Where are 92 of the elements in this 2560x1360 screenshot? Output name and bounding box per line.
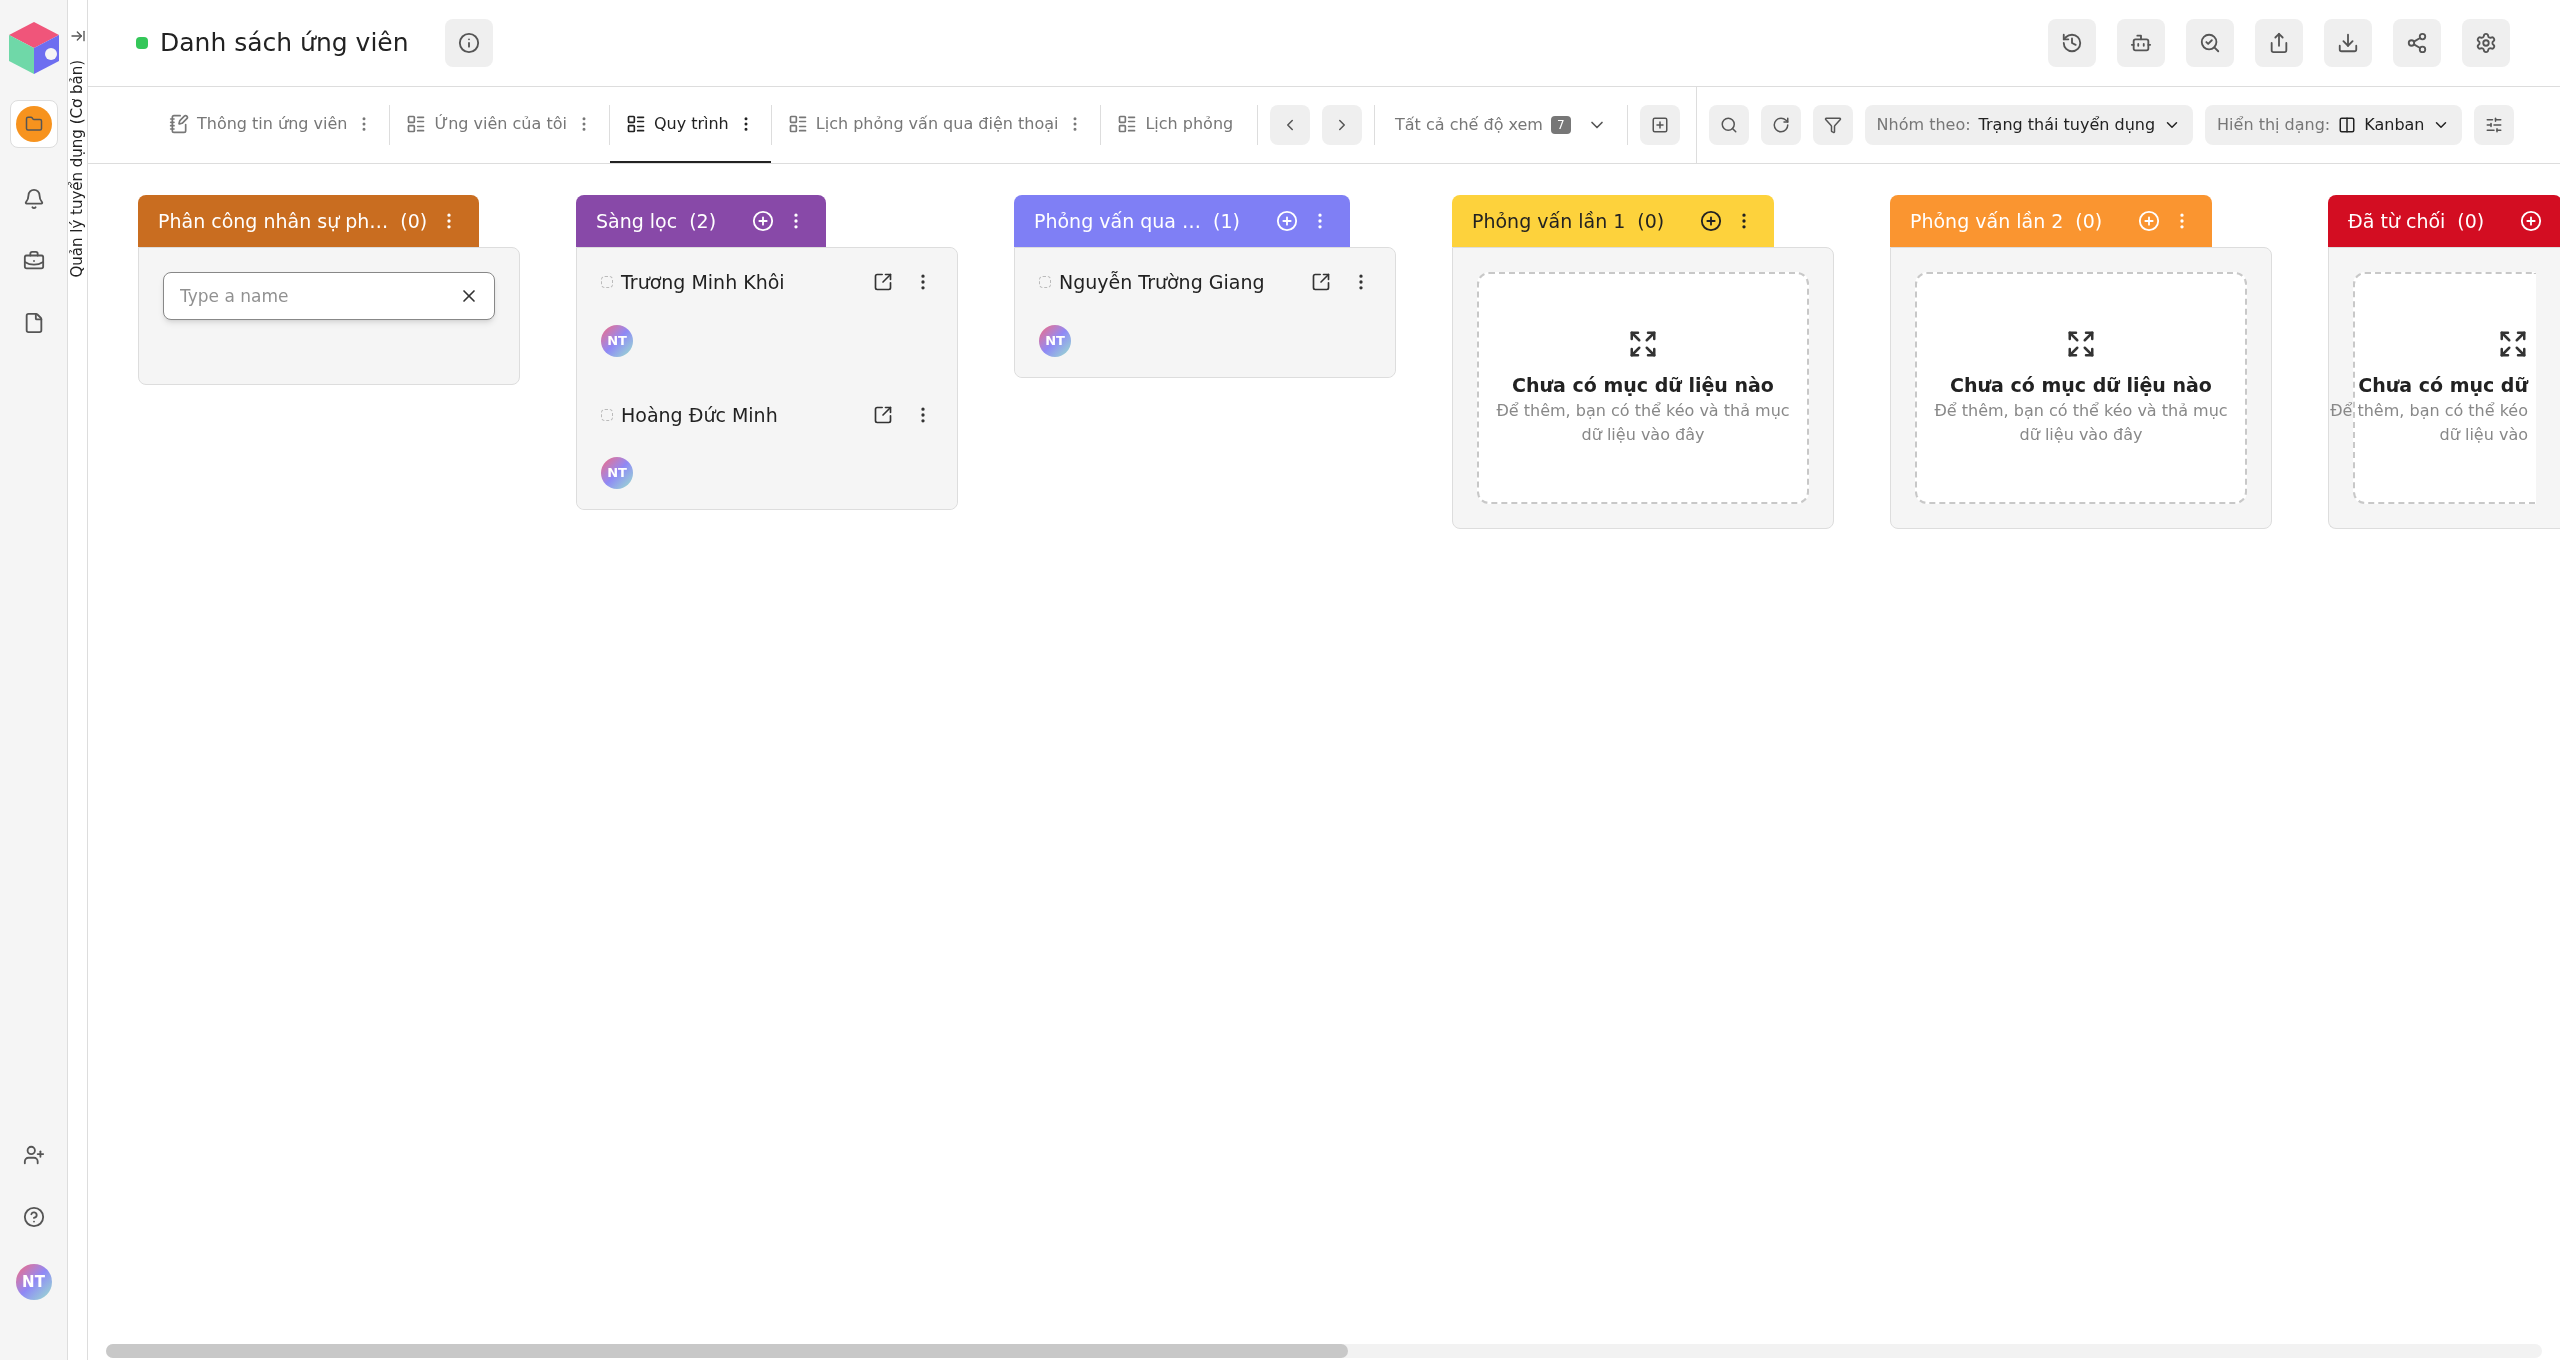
table-icon [1117,114,1138,134]
history-icon [2061,32,2083,54]
share-network-icon [2406,32,2428,54]
app-tile[interactable] [9,100,58,148]
folder-icon [24,115,43,133]
expand-icon [1628,328,1658,359]
filter-button[interactable] [1812,105,1853,145]
cube-logo[interactable] [6,20,61,76]
empty-hint: Để thêm, bạn có thể kéo và thả mục [1934,400,2228,423]
empty-title: Chưa có mục dữ liệu nào [1950,372,2212,398]
open-icon[interactable] [873,272,893,293]
add-icon[interactable] [1700,210,1723,232]
column-title: Phỏng vấn lần 1 [1472,208,1626,234]
refresh-icon [1771,116,1790,134]
avatar: NT [1039,324,1071,357]
column-title: Sàng lọc [596,208,678,234]
collapse-icon[interactable] [69,28,86,44]
empty-hint: dữ liệu vào [2439,424,2528,447]
avatar: NT [601,324,633,357]
bot-button[interactable] [2117,19,2165,67]
view-tab[interactable]: Lịch phỏng [1101,87,1250,163]
share-button[interactable] [2255,19,2303,67]
open-icon[interactable] [873,404,893,425]
candidate-name: Hoàng Đức Minh [621,402,779,428]
settings-icon [2475,32,2497,54]
empty-hint: dữ liệu vào đây [2019,424,2143,447]
column-count: (0) [2075,208,2103,234]
briefcase-icon[interactable] [22,250,45,272]
column-count: (2) [689,208,717,234]
search-check-icon [2199,32,2221,54]
candidate-name: Nguyễn Trường Giang [1059,270,1266,295]
view-tab[interactable]: Lịch phỏng vấn qua điện thoại [771,87,1101,163]
open-icon[interactable] [1311,272,1331,293]
view-tab[interactable]: Thông tin ứng viên [153,87,390,163]
card-checkbox[interactable] [601,408,613,421]
column-title: Phỏng vấn lần 2 [1910,208,2064,234]
kanban-icon [2338,116,2357,134]
search-check-button[interactable] [2186,19,2234,67]
share-network-button[interactable] [2393,19,2441,67]
view-tab[interactable]: Quy trình [609,87,771,163]
empty-hint: Để thêm, bạn có thể kéo [2330,400,2528,423]
form-icon [169,114,189,134]
name-input[interactable]: Type a name [163,272,495,320]
refresh-button[interactable] [1760,105,1801,145]
column-title: Phỏng vấn qua … [1034,208,1202,234]
table-icon [406,114,427,134]
table-icon [787,114,808,134]
filter-icon [1823,116,1842,134]
column-count: (0) [2457,208,2485,234]
help-icon[interactable] [22,1206,45,1228]
add-view-icon [1650,116,1669,134]
empty-hint: Để thêm, bạn có thể kéo và thả mục [1496,400,1790,423]
avatar: NT [601,457,633,489]
adjust-button[interactable] [2474,105,2515,145]
empty-hint: dữ liệu vào đây [1581,424,1705,447]
search-icon [1719,116,1738,134]
add-view-button[interactable] [1639,105,1680,145]
info-button[interactable] [444,19,493,67]
download-icon [2337,32,2359,54]
download-button[interactable] [2324,19,2372,67]
notification-icon[interactable] [22,188,45,210]
view-tab[interactable]: Ứng viên của tôi [390,87,609,163]
display-dropdown[interactable]: Hiển thị dạng: Kanban [2205,105,2463,145]
candidate-name: Trương Minh Khôi [621,270,786,295]
empty-title: Chưa có mục dữ [2358,372,2528,398]
column-count: (0) [400,208,428,234]
views-dropdown[interactable]: Tất cả chế độ xem 7 [1387,113,1615,137]
module-label: Quản lý tuyển dụng (Cơ bản) [67,60,88,278]
column-title: Phân công nhân sự ph… [158,208,389,234]
adjust-icon [2485,116,2504,134]
group-by-dropdown[interactable]: Nhóm theo: Trạng thái tuyển dụng [1864,105,2194,145]
empty-title: Chưa có mục dữ liệu nào [1512,372,1774,398]
history-button[interactable] [2048,19,2096,67]
expand-icon [2498,328,2528,359]
avatar: NT [15,1264,52,1300]
card-checkbox[interactable] [1039,276,1051,289]
column-count: (0) [1637,208,1665,234]
bot-icon [2130,32,2152,54]
card-checkbox[interactable] [601,276,613,289]
column-title: Đã từ chối [2348,208,2446,234]
search-button[interactable] [1708,105,1749,145]
table-icon [625,114,646,134]
candidate-card[interactable]: Nguyễn Trường Giang NT [1015,248,1395,377]
column-count: (1) [1213,208,1240,234]
info-icon [457,32,480,54]
settings-button[interactable] [2462,19,2510,67]
add-user-icon[interactable] [22,1144,45,1166]
share-icon [2268,32,2290,54]
horizontal-scrollbar[interactable] [106,1344,2542,1358]
expand-icon [2066,328,2096,359]
views-count: 7 [1550,116,1571,134]
page-title: Danh sách ứng viên [160,27,409,60]
